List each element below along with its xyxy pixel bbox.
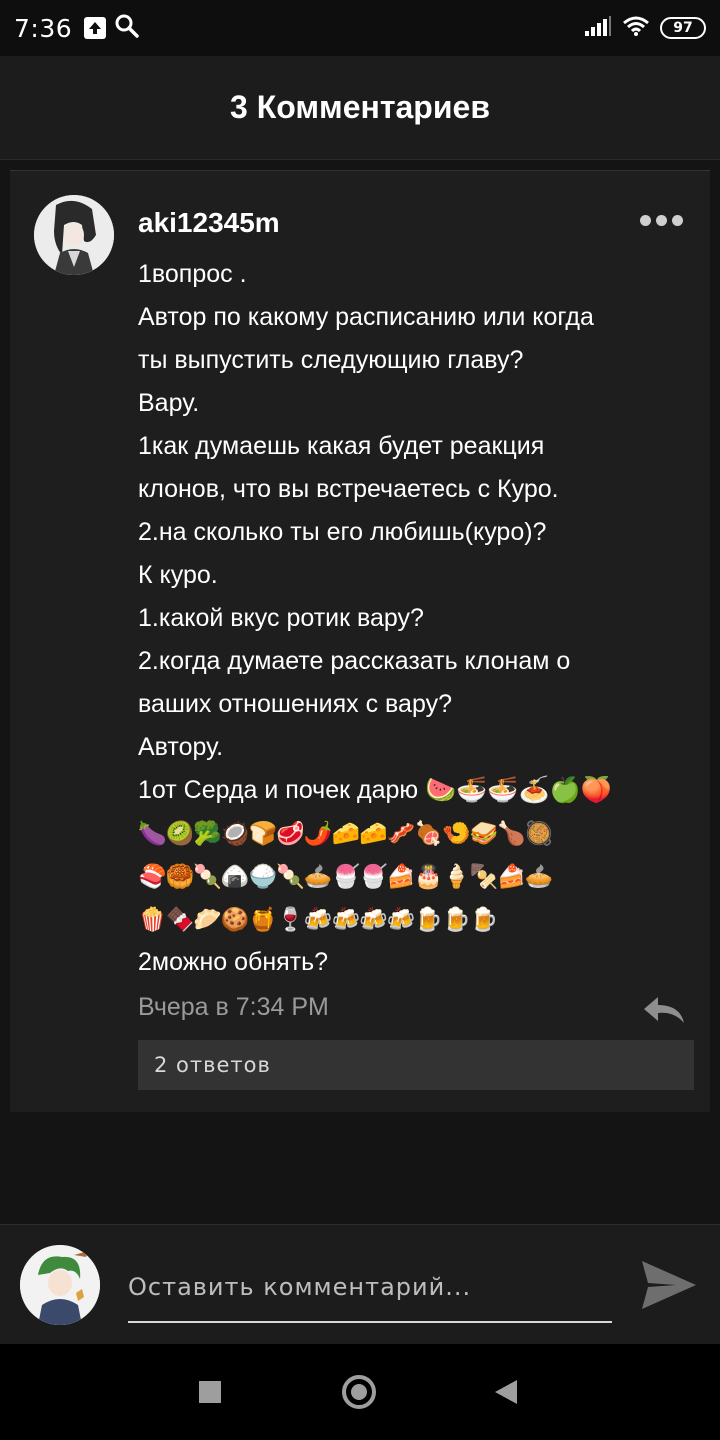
emoji-line: 🍣🥮🍡🍙🍚🍡🥧🍧🍧🍰🎂🍦🍢🍰🥧 [138,863,554,889]
upload-icon [84,17,107,39]
comment-line: ты выпустить следующию главу? [138,346,524,374]
wifi-icon [622,15,650,41]
header: 3 Комментариев [0,56,720,160]
signal-icon [584,15,612,41]
comment-line: 1как думаешь какая будет реакция [138,432,545,460]
comment-text: 1вопрос . Автор по какому расписанию или… [138,253,698,984]
comment-line: клонов, что вы встречаетесь с Куро. [138,475,559,503]
emoji-line: 🍆🥝🥦🥥🍞🥩🌶️🧀🧀🥓🍖🍤🥪🍗🥘 [138,820,554,846]
navigation-bar [0,1344,720,1440]
username[interactable]: aki12345m [138,207,280,239]
comment-line: ваших отношениях с вару? [138,690,452,718]
avatar[interactable] [34,195,114,275]
search-icon [114,13,140,43]
comment-input-bar [0,1224,720,1344]
battery-icon: 97 [660,17,706,39]
comment-line: К куро. [138,561,218,589]
back-button[interactable] [495,1380,517,1404]
status-time: 7:36 [14,13,73,43]
timestamp: Вчера в 7:34 PM [138,993,329,1021]
comment-line: Автор по какому расписанию или когда [138,303,594,331]
replies-label: 2 ответов [154,1053,271,1077]
comment-card: aki12345m 1вопрос . Автор по какому расп… [10,170,710,1112]
comment-input[interactable] [128,1253,612,1323]
replies-button[interactable]: 2 ответов [138,1040,694,1090]
status-bar: 7:36 97 [0,0,720,56]
page-title: 3 Комментариев [230,89,490,125]
comment-line: 1.какой вкус ротик вару? [138,604,424,632]
comment-line: 1вопрос . [138,260,247,288]
more-icon[interactable] [640,215,683,226]
comment-line: 2.на сколько ты его любишь(куро)? [138,518,547,546]
comment-line: 2можно обнять? [138,948,329,976]
home-button[interactable] [342,1375,376,1409]
send-icon[interactable] [640,1259,698,1311]
comment-line: Автору. [138,733,224,761]
reply-icon[interactable] [642,995,686,1025]
comment-line: 2.когда думаете рассказать клонам о [138,647,571,675]
recents-button[interactable] [199,1381,221,1403]
avatar[interactable] [20,1245,100,1325]
emoji-line: 🍿🍫🥟🍪🍯🍷🍻🍻🍻🍻🍺🍺🍺 [138,906,498,932]
comment-line: 1от Серда и почек дарю 🍉🍜🍜🍝🍏🍑 [138,776,612,804]
comment-line: Вару. [138,389,200,417]
